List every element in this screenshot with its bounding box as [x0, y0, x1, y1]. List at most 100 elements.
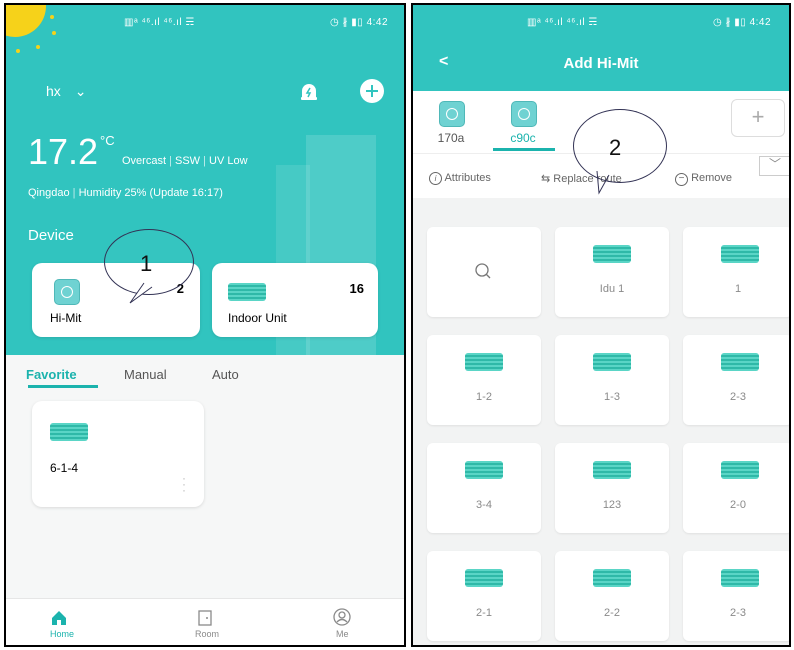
remove-label: Remove: [691, 172, 733, 184]
home-header: ▥ᵃ ⁴⁶.ıl ⁴⁶.ıl ☴ ◷ ∦ ▮▯ 4:42 hx ⌄ 17.2 °…: [6, 5, 404, 355]
weather-details: Overcast | SSW | UV Low: [122, 155, 248, 167]
sun-ray: [52, 31, 56, 35]
weather-humidity: Humidity 25%: [78, 187, 147, 199]
device-tile-label: 2-0: [730, 499, 746, 511]
device-section-title: Device: [28, 227, 74, 244]
nav-me-label: Me: [336, 629, 349, 639]
tab-favorite[interactable]: Favorite: [26, 367, 77, 382]
nav-room-label: Room: [195, 629, 220, 639]
device-tile-label: 2-1: [476, 607, 492, 619]
add-button[interactable]: [360, 79, 384, 103]
device-tile[interactable]: 2-3: [683, 551, 789, 641]
search-icon: [475, 263, 491, 279]
door-icon: [198, 610, 212, 626]
temperature-value: 17.2: [28, 131, 99, 172]
swap-icon: ⇆: [541, 173, 551, 185]
hub-device-icon: [511, 101, 537, 127]
air-conditioner-icon: [465, 569, 503, 587]
device-tile[interactable]: 3-4: [427, 443, 541, 533]
bottom-navigation: Home Room Me: [6, 598, 404, 645]
air-conditioner-icon: [593, 461, 631, 479]
status-bar-right: ◷ ∦ ▮▯ 4:42: [330, 17, 389, 28]
sun-ray: [16, 49, 20, 53]
device-tile[interactable]: 2-1: [427, 551, 541, 641]
add-himit-header: ▥ᵃ ⁴⁶.ıl ⁴⁶.ıl ☴ ◷ ∦ ▮▯ 4:42 < Add Hi-Mi…: [413, 5, 789, 91]
device-tile-label: 1-3: [604, 391, 620, 403]
info-icon: i: [429, 172, 442, 185]
air-conditioner-icon: [721, 353, 759, 371]
user-icon: [333, 608, 351, 626]
sun-ray: [36, 45, 40, 49]
chevron-down-icon[interactable]: ﹀: [759, 156, 789, 176]
home-name: hx: [46, 83, 61, 99]
home-selector[interactable]: hx ⌄: [46, 83, 86, 100]
weather-uv: UV Low: [209, 155, 248, 167]
device-tile-label: 3-4: [476, 499, 492, 511]
tab-active-indicator: [493, 148, 555, 151]
air-conditioner-icon: [593, 569, 631, 587]
device-tile[interactable]: Idu 1: [555, 227, 669, 317]
weather-location-line: Qingdao | Humidity 25% (Update 16:17): [28, 187, 223, 199]
device-tile[interactable]: 1-2: [427, 335, 541, 425]
air-conditioner-icon: [721, 461, 759, 479]
favorite-device-card[interactable]: 6-1-4 · · ·: [32, 401, 204, 507]
sun-ray: [50, 15, 54, 19]
gateway-tab-c90c[interactable]: c90c: [493, 97, 553, 147]
weather-condition: Overcast: [122, 155, 167, 167]
air-conditioner-icon: [228, 283, 266, 301]
nav-home-label: Home: [50, 629, 75, 639]
device-count: 16: [349, 281, 364, 296]
left-phone-screen: ▥ᵃ ⁴⁶.ıl ⁴⁶.ıl ☴ ◷ ∦ ▮▯ 4:42 hx ⌄ 17.2 °…: [4, 3, 406, 647]
sun-icon: [6, 5, 46, 37]
gateway-label: c90c: [510, 131, 536, 145]
device-tile-label: 1-2: [476, 391, 492, 403]
favorite-device-name: 6-1-4: [50, 461, 79, 475]
device-tile[interactable]: 2-3: [683, 335, 789, 425]
page-title: Add Hi-Mit: [563, 55, 639, 72]
device-tile-label: 2-3: [730, 607, 746, 619]
device-tile[interactable]: 1: [683, 227, 789, 317]
status-bar-left: ▥ᵃ ⁴⁶.ıl ⁴⁶.ıl ☴: [527, 17, 598, 28]
air-conditioner-icon: [50, 423, 88, 441]
callout-number: 1: [140, 251, 153, 276]
air-conditioner-icon: [721, 569, 759, 587]
search-tile[interactable]: [427, 227, 541, 317]
weather-update-time: (Update 16:17): [149, 187, 223, 199]
add-gateway-button[interactable]: +: [731, 99, 785, 137]
tab-active-indicator: [28, 385, 98, 388]
device-tile-label: 2-2: [604, 607, 620, 619]
weather-wind: SSW: [175, 155, 201, 167]
tab-auto[interactable]: Auto: [212, 367, 239, 382]
air-conditioner-icon: [593, 353, 631, 371]
status-bar-right: ◷ ∦ ▮▯ 4:42: [713, 17, 772, 28]
device-tile-label: Idu 1: [599, 283, 625, 295]
device-tile-label: 2-3: [730, 391, 746, 403]
chevron-down-icon: ⌄: [74, 83, 87, 99]
device-tile[interactable]: 1-3: [555, 335, 669, 425]
tab-manual[interactable]: Manual: [124, 367, 167, 382]
remove-button[interactable]: − Remove: [675, 172, 732, 186]
device-name: Hi-Mit: [50, 311, 82, 325]
air-conditioner-icon: [593, 245, 631, 263]
temperature-unit: °C: [100, 133, 115, 148]
air-conditioner-icon: [465, 353, 503, 371]
weather-location: Qingdao: [28, 187, 70, 199]
gateway-label: 170a: [437, 131, 465, 145]
attributes-button[interactable]: i Attributes: [429, 172, 491, 185]
callout-number: 2: [609, 135, 622, 160]
device-card-indoor-unit[interactable]: 16 Indoor Unit: [212, 263, 378, 337]
device-tile[interactable]: 2-2: [555, 551, 669, 641]
gateway-tab-170a[interactable]: 170a: [421, 97, 481, 147]
callout-pointer: [129, 282, 153, 304]
status-bar-left: ▥ᵃ ⁴⁶.ıl ⁴⁶.ıl ☴: [124, 17, 195, 28]
alert-bell-icon[interactable]: [298, 81, 320, 103]
device-tile-label: 123: [602, 499, 622, 511]
home-icon: [52, 611, 66, 625]
device-tile[interactable]: 2-0: [683, 443, 789, 533]
attributes-label: Attributes: [444, 172, 491, 184]
minus-circle-icon: −: [675, 173, 688, 186]
air-conditioner-icon: [721, 245, 759, 263]
device-tile[interactable]: 123: [555, 443, 669, 533]
callout-pointer: [596, 170, 610, 195]
more-options-icon[interactable]: · · ·: [182, 472, 186, 496]
